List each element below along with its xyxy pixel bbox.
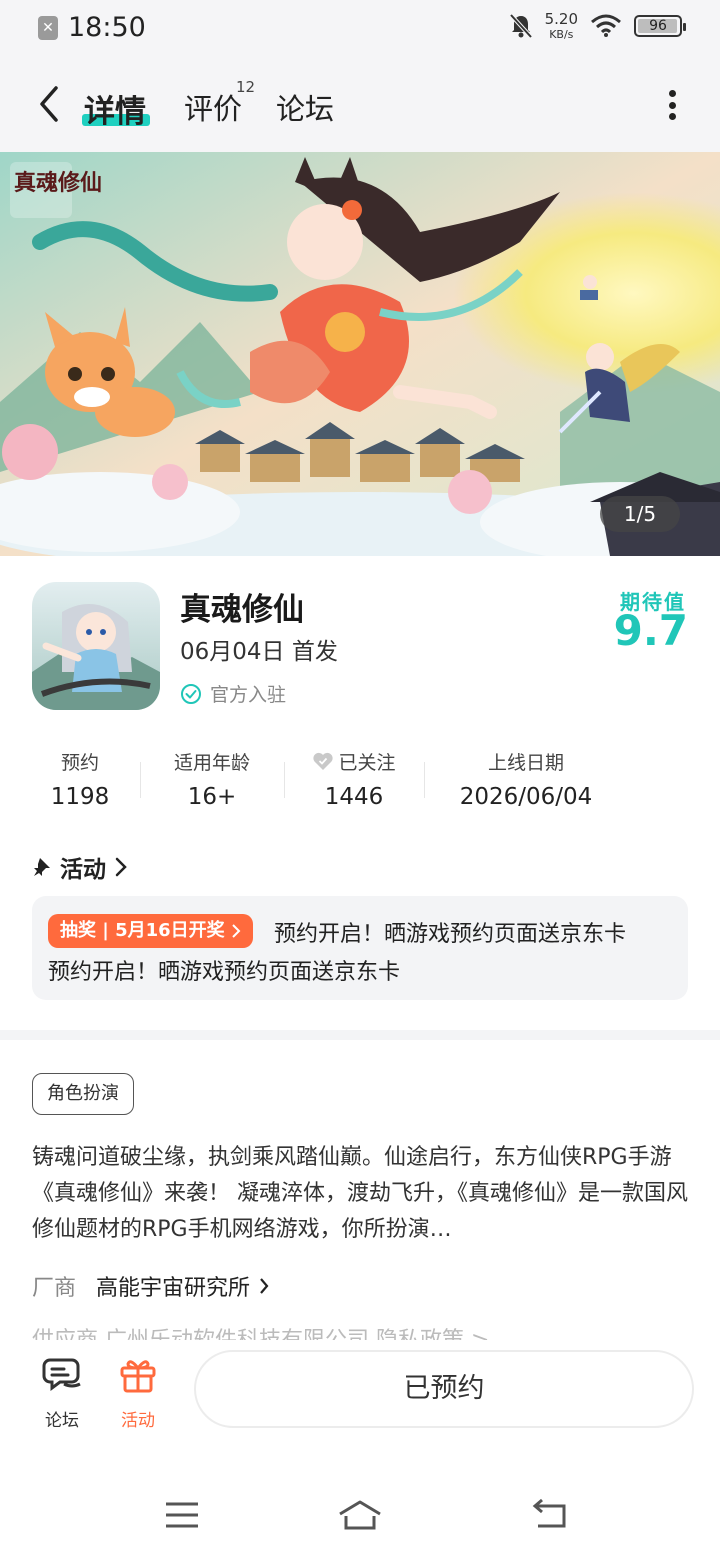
verified-check-icon (181, 683, 201, 704)
game-title: 真魂修仙 (180, 592, 304, 628)
tab-reviews[interactable]: 评价 (184, 86, 242, 128)
status-bar: ✕ 18:50 5.20 KB/s 96 (0, 0, 720, 56)
menu-icon[interactable] (162, 1498, 202, 1532)
tab-forum[interactable]: 论坛 (276, 86, 334, 128)
chevron-right-icon (115, 857, 127, 877)
activity-text: 预约开启！晒游戏预约页面送京东卡 (274, 922, 627, 947)
pin-icon (34, 858, 50, 876)
section-divider (0, 1030, 720, 1040)
stat-followers[interactable]: 已关注 1446 (296, 748, 412, 810)
vendor-row[interactable]: 厂商 高能宇宙研究所 (32, 1270, 270, 1302)
lottery-tag: 抽奖 | 5月16日开奖 (48, 914, 253, 948)
home-icon[interactable] (336, 1498, 384, 1532)
reserved-button[interactable]: 已预约 (194, 1350, 694, 1428)
bottom-action-bar: 论坛 活动 已预约 (0, 1340, 720, 1440)
activity-card[interactable]: 抽奖 | 5月16日开奖 预约开启！晒游戏预约页面送京东卡 预约开启！晒游戏预约… (32, 896, 688, 1000)
wifi-icon (591, 14, 621, 37)
notification-icon: ✕ (38, 15, 58, 40)
chevron-right-icon (231, 924, 241, 938)
official-badge: 官方入驻 (180, 680, 286, 707)
gift-icon (120, 1360, 156, 1393)
banner-carousel[interactable]: 真魂修仙 1/5 (0, 152, 720, 556)
banner-image: 真魂修仙 (0, 152, 720, 556)
back-icon[interactable] (34, 84, 64, 124)
stat-age-rating: 适用年龄 16+ (173, 751, 250, 811)
banner-logo: 真魂修仙 (14, 170, 102, 196)
banner-page-indicator: 1/5 (600, 496, 680, 532)
stat-reservations: 预约 1198 (50, 751, 110, 811)
vendor-name: 高能宇宙研究所 (96, 1276, 251, 1301)
expectation-score: 9.7 (613, 606, 688, 655)
activity-text-continued: 预约开启！晒游戏预约页面送京东卡 (48, 960, 401, 985)
mute-bell-icon (509, 13, 533, 39)
more-options-icon[interactable] (668, 90, 676, 120)
network-speed: 5.20 KB/s (544, 10, 578, 41)
genre-tag[interactable]: 角色扮演 (32, 1073, 134, 1115)
chevron-right-icon (260, 1278, 269, 1294)
top-nav: 详情 评价 12 论坛 (0, 56, 720, 152)
back-nav-icon[interactable] (530, 1498, 570, 1532)
reviews-count-badge: 12 (236, 78, 256, 96)
status-time: 18:50 (68, 12, 146, 43)
activity-button[interactable]: 活动 (108, 1354, 168, 1431)
release-date: 06月04日 首发 (180, 639, 338, 665)
heart-icon (313, 752, 334, 770)
tab-details[interactable]: 详情 (84, 86, 146, 131)
stat-launch-date: 上线日期 2026/06/04 (459, 751, 593, 811)
system-nav-bar (0, 1440, 720, 1560)
game-description[interactable]: 铸魂问道破尘缘，执剑乘风踏仙巅。仙途启行，东方仙侠RPG手游《真魂修仙》来袭！ … (32, 1140, 688, 1248)
forum-button[interactable]: 论坛 (32, 1354, 92, 1431)
activity-section-header[interactable]: 活动 (32, 850, 128, 884)
publisher-row: 供应商 广州乐动软件科技有限公司 隐私政策 > (32, 1322, 688, 1340)
forum-chat-icon (42, 1358, 81, 1391)
battery-indicator: 96 (634, 15, 686, 37)
game-icon (32, 582, 160, 710)
